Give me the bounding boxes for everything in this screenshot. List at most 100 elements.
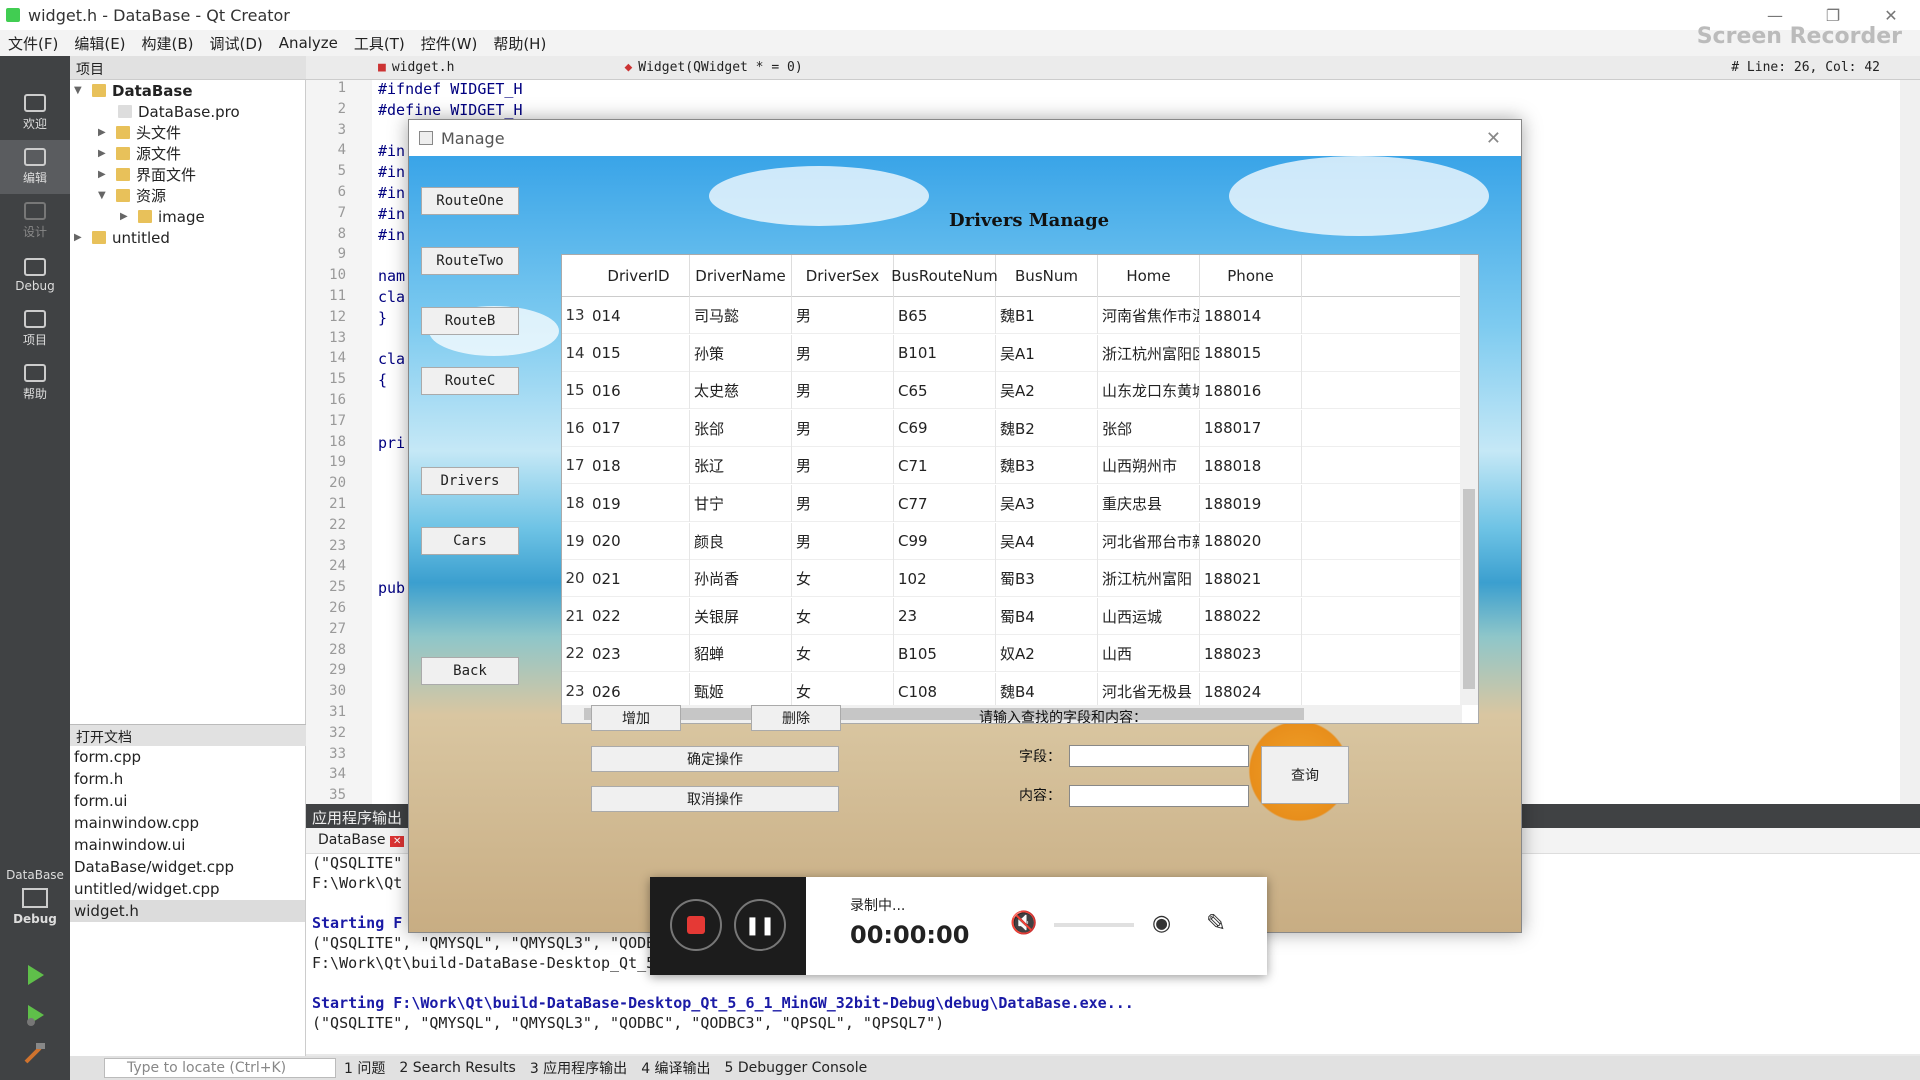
table-cell[interactable]: 司马懿 [690, 297, 792, 334]
cancel-button[interactable]: 取消操作 [591, 786, 839, 812]
open-doc-item[interactable]: form.cpp [70, 746, 305, 768]
table-cell[interactable]: 男 [792, 522, 894, 560]
symbol-combo[interactable]: Widget(QWidget * = 0) [638, 60, 802, 75]
table-cell[interactable]: 山西运城 [1098, 597, 1200, 635]
chevron-right-icon[interactable]: ▶ [120, 211, 132, 222]
menu-help[interactable]: 帮助(H) [493, 33, 546, 54]
tree-item-sources[interactable]: ▶ 源文件 [98, 143, 181, 164]
tree-item-forms[interactable]: ▶ 界面文件 [98, 164, 196, 185]
table-cell[interactable]: B65 [894, 297, 996, 334]
table-cell[interactable]: 山西 [1098, 635, 1200, 673]
table-cell[interactable]: 男 [792, 372, 894, 410]
table-cell[interactable]: 太史慈 [690, 372, 792, 410]
row-header[interactable]: 19 [562, 523, 588, 559]
route-one-button[interactable]: RouteOne [421, 187, 519, 215]
table-row[interactable]: 13014司马懿男B65魏B1河南省焦作市温...188014 [562, 297, 1460, 334]
open-doc-item[interactable]: form.h [70, 768, 305, 790]
table-cell[interactable]: 188017 [1200, 409, 1302, 447]
output-tab[interactable]: DataBase [318, 832, 386, 848]
table-row[interactable]: 14 015 孙策男 B101 吴A1 浙江杭州富阳区 188015 [562, 334, 1460, 372]
table-cell[interactable]: 014 [588, 297, 690, 334]
table-cell[interactable]: 023 [588, 635, 690, 673]
table-cell[interactable]: C65 [894, 372, 996, 410]
mode-welcome[interactable]: 欢迎 [0, 86, 70, 140]
table-cell[interactable]: 男 [792, 334, 894, 372]
row-header[interactable]: 22 [562, 635, 588, 671]
scroll-thumb[interactable] [1463, 489, 1475, 689]
row-header[interactable]: 15 [562, 372, 588, 408]
table-vertical-scrollbar[interactable] [1460, 255, 1478, 705]
table-cell[interactable]: 魏B1 [996, 297, 1098, 334]
table-cell[interactable]: 张郃 [1098, 409, 1200, 447]
column-header[interactable]: Phone [1200, 255, 1302, 297]
row-header[interactable]: 21 [562, 598, 588, 634]
menu-build[interactable]: 构建(B) [142, 33, 194, 54]
table-cell[interactable]: 孙尚香 [690, 560, 792, 598]
build-hammer-icon[interactable] [22, 1040, 48, 1066]
table-cell[interactable]: 蜀B4 [996, 597, 1098, 635]
chevron-right-icon[interactable]: ▶ [74, 232, 86, 243]
webcam-icon[interactable]: ◉ [1152, 911, 1171, 936]
cars-button[interactable]: Cars [421, 527, 519, 555]
table-cell[interactable]: 188021 [1200, 560, 1302, 598]
row-header[interactable]: 13 [562, 297, 588, 333]
stop-record-button[interactable] [670, 899, 722, 951]
table-cell[interactable]: 浙江杭州富阳区 [1098, 334, 1200, 372]
table-row[interactable]: 22 023 貂蝉女 B105 奴A2 山西 188023 [562, 635, 1460, 673]
menu-widgets[interactable]: 控件(W) [421, 33, 478, 54]
table-cell[interactable]: 018 [588, 447, 690, 485]
mode-debug[interactable]: Debug [0, 248, 70, 302]
table-row[interactable]: 19020颜良男C99吴A4河北省邢台市新...188020 [562, 522, 1460, 560]
open-doc-item[interactable]: untitled/widget.cpp [70, 878, 305, 900]
table-cell[interactable]: 魏B3 [996, 447, 1098, 485]
chevron-down-icon[interactable]: ▼ [98, 190, 110, 201]
status-tab[interactable]: 2 Search Results [399, 1060, 515, 1076]
drivers-button[interactable]: Drivers [421, 467, 519, 495]
column-header[interactable]: DriverID [588, 255, 690, 297]
row-header[interactable]: 23 [562, 673, 588, 709]
table-cell[interactable]: 188014 [1200, 297, 1302, 334]
editor-scrollbar[interactable] [1900, 80, 1920, 804]
table-cell[interactable]: 蜀B3 [996, 560, 1098, 598]
volume-slider[interactable] [1054, 923, 1134, 927]
table-cell[interactable]: 022 [588, 597, 690, 635]
table-cell[interactable]: C69 [894, 409, 996, 447]
table-cell[interactable]: 河南省焦作市温... [1098, 297, 1200, 334]
open-doc-item[interactable]: mainwindow.ui [70, 834, 305, 856]
table-cell[interactable]: 女 [792, 597, 894, 635]
table-cell[interactable]: 重庆忠县 [1098, 485, 1200, 522]
table-row[interactable]: 20 021 孙尚香女 102 蜀B3 浙江杭州富阳 188021 [562, 560, 1460, 598]
pause-button[interactable]: ❚❚ [734, 899, 786, 951]
table-cell[interactable]: 188023 [1200, 635, 1302, 673]
open-doc-item[interactable]: DataBase/widget.cpp [70, 856, 305, 878]
table-cell[interactable]: 188019 [1200, 485, 1302, 522]
menu-file[interactable]: 文件(F) [8, 33, 58, 54]
dialog-close-button[interactable]: ✕ [1486, 128, 1501, 149]
row-header[interactable]: 16 [562, 410, 588, 446]
tree-item-resources[interactable]: ▼ 资源 [98, 185, 166, 206]
back-button[interactable]: Back [421, 657, 519, 685]
table-cell[interactable]: 男 [792, 485, 894, 522]
mode-edit[interactable]: 编辑 [0, 140, 70, 194]
table-cell[interactable]: 男 [792, 297, 894, 334]
tree-item-pro[interactable]: DataBase.pro [118, 101, 240, 122]
menu-analyze[interactable]: Analyze [279, 34, 338, 52]
menu-debug[interactable]: 调试(D) [210, 33, 263, 54]
tree-item-image[interactable]: ▶ image [120, 206, 205, 227]
table-cell[interactable]: C71 [894, 447, 996, 485]
route-two-button[interactable]: RouteTwo [421, 247, 519, 275]
table-cell[interactable]: C77 [894, 485, 996, 522]
table-cell[interactable]: 016 [588, 372, 690, 410]
mode-design[interactable]: 设计 [0, 194, 70, 248]
column-header[interactable]: Home [1098, 255, 1200, 297]
status-tab[interactable]: 5 Debugger Console [725, 1060, 868, 1076]
status-tab[interactable]: 1 问题 [344, 1058, 385, 1078]
debug-run-icon[interactable] [22, 1002, 48, 1028]
editor-file-combo[interactable]: widget.h [392, 60, 455, 75]
table-cell[interactable]: 河北省邢台市新... [1098, 522, 1200, 560]
column-header[interactable]: DriverName [690, 255, 792, 297]
table-cell[interactable]: 男 [792, 409, 894, 447]
table-row[interactable]: 16 017 张郃男 C69 魏B2 张郃 188017 [562, 409, 1460, 447]
table-cell[interactable]: 张辽 [690, 447, 792, 485]
chevron-right-icon[interactable]: ▶ [98, 148, 110, 159]
